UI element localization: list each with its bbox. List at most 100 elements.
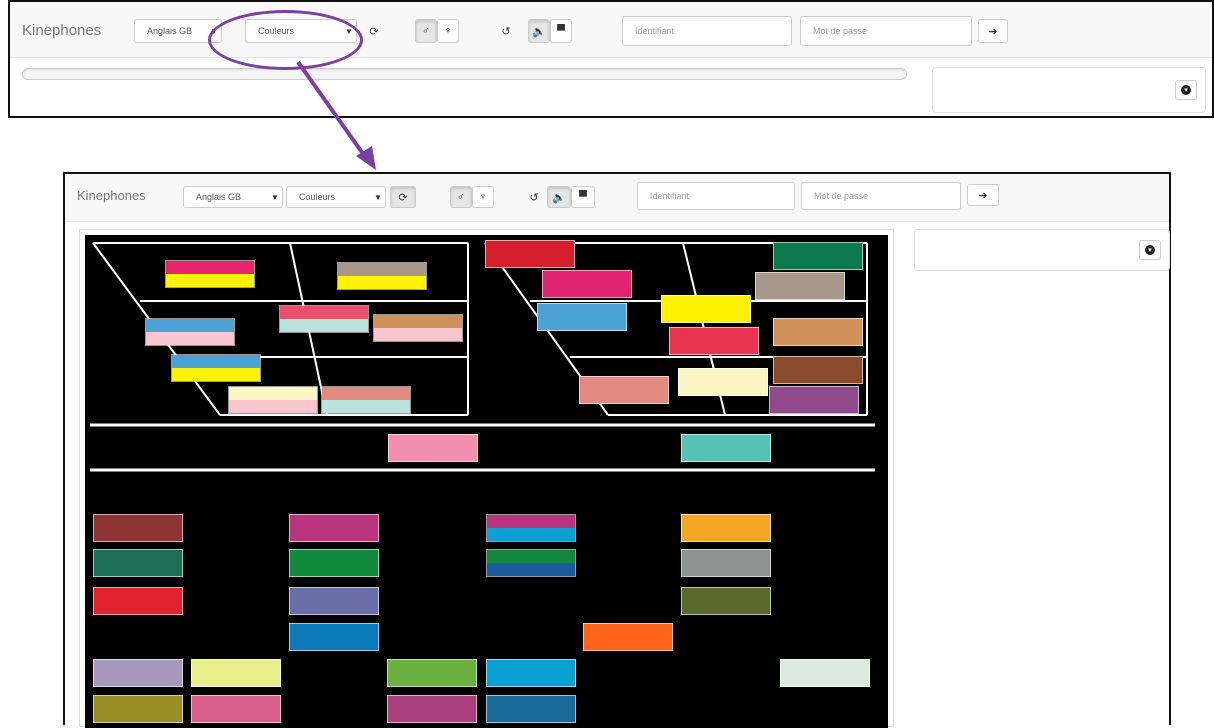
consonant-swatch[interactable] (486, 514, 576, 542)
vowel-swatch[interactable] (773, 242, 863, 270)
top-screenshot: Kinephones Anglais GB ▼ Couleurs ▼ ⟳ ♂ ♀… (8, 0, 1214, 118)
brand: Kinephones (77, 188, 146, 203)
language-select-value: Anglais GB (147, 26, 193, 36)
panel-toggle-button[interactable]: ▾ (1175, 80, 1197, 100)
consonant-swatch[interactable] (93, 549, 183, 577)
sound-button[interactable]: 🔈 (528, 19, 550, 43)
vowel-swatch[interactable] (279, 305, 369, 333)
language-select[interactable]: Anglais GB ▼ (183, 186, 283, 208)
vowel-swatch[interactable] (769, 386, 859, 414)
consonant-swatch[interactable] (289, 514, 379, 542)
password-placeholder: Mot de passe (814, 191, 869, 201)
consonant-swatch[interactable] (387, 659, 477, 687)
display-button[interactable]: ▀ (550, 19, 572, 43)
chevron-down-icon: ▾ (1181, 85, 1191, 95)
chevron-down-icon: ▾ (1145, 245, 1155, 255)
panel-toggle-button[interactable]: ▾ (1139, 240, 1161, 260)
consonant-swatch[interactable] (387, 695, 477, 723)
refresh-button[interactable]: ⟳ (362, 19, 386, 43)
vowel-swatch[interactable] (228, 386, 318, 414)
consonant-swatch[interactable] (681, 514, 771, 542)
vowel-swatch[interactable] (165, 260, 255, 288)
navbar: Kinephones Anglais GB ▼ Couleurs ▼ ⟳ ♂ ♀… (10, 2, 1212, 58)
vowel-swatch[interactable] (537, 303, 627, 331)
vowel-swatch[interactable] (171, 354, 261, 382)
undo-button[interactable]: ↺ (495, 19, 517, 43)
vowel-swatch[interactable] (321, 386, 411, 414)
female-button[interactable]: ♀ (437, 19, 459, 43)
language-select-value: Anglais GB (196, 192, 242, 202)
vowel-swatch[interactable] (337, 262, 427, 290)
undo-button[interactable]: ↺ (523, 186, 545, 208)
identifier-placeholder: Identifiant (635, 26, 675, 36)
consonant-swatch[interactable] (93, 695, 183, 723)
login-icon: ➔ (988, 25, 998, 38)
consonant-swatch[interactable] (486, 659, 576, 687)
vowel-swatch[interactable] (773, 318, 863, 346)
consonant-swatch[interactable] (486, 549, 576, 577)
consonant-swatch[interactable] (681, 587, 771, 615)
vowel-swatch[interactable] (669, 327, 759, 355)
consonant-swatch[interactable] (93, 587, 183, 615)
mode-select[interactable]: Couleurs ▼ (286, 186, 386, 208)
female-icon: ♀ (443, 25, 453, 37)
side-panel: ▾ (932, 67, 1206, 113)
consonant-swatch[interactable] (583, 623, 673, 651)
vowel-chart-lines (90, 242, 875, 472)
vowel-swatch[interactable] (678, 368, 768, 396)
login-button[interactable]: ➔ (978, 19, 1008, 43)
login-icon: ➔ (978, 189, 988, 202)
consonant-swatch[interactable] (289, 623, 379, 651)
display-button[interactable]: ▀ (571, 186, 595, 208)
color-chart-board (85, 235, 888, 728)
main-screenshot: Kinephones Anglais GB ▼ Couleurs ▼ ⟳ ♂ ♀… (63, 172, 1171, 728)
consonant-swatch[interactable] (289, 549, 379, 577)
consonant-swatch[interactable] (681, 549, 771, 577)
semivowel-swatch[interactable] (388, 434, 478, 462)
volume-icon: 🔈 (532, 25, 546, 38)
progress-bar (22, 68, 907, 80)
consonant-swatch[interactable] (191, 659, 281, 687)
refresh-icon: ⟳ (398, 191, 408, 204)
identifier-input[interactable]: Identifiant (622, 16, 792, 46)
side-panel: ▾ (914, 229, 1170, 271)
password-input[interactable]: Mot de passe (800, 16, 972, 46)
display-icon: ▀ (579, 191, 587, 203)
male-button[interactable]: ♂ (415, 19, 437, 43)
consonant-swatch[interactable] (780, 659, 870, 687)
consonant-swatch[interactable] (93, 514, 183, 542)
semivowel-swatch[interactable] (681, 434, 771, 462)
vowel-swatch[interactable] (773, 356, 863, 384)
undo-icon: ↺ (501, 25, 511, 38)
vowel-swatch[interactable] (373, 314, 463, 342)
identifier-placeholder: Identifiant (650, 191, 690, 201)
consonant-swatch[interactable] (93, 659, 183, 687)
brand: Kinephones (22, 22, 102, 39)
refresh-button[interactable]: ⟳ (390, 186, 416, 208)
vowel-swatch[interactable] (145, 318, 235, 346)
female-icon: ♀ (478, 191, 488, 203)
login-button[interactable]: ➔ (967, 184, 999, 206)
consonant-swatch[interactable] (289, 587, 379, 615)
male-icon: ♂ (421, 25, 431, 37)
chart-canvas-frame (79, 229, 894, 728)
female-button[interactable]: ♀ (472, 186, 494, 208)
vowel-swatch[interactable] (661, 295, 751, 323)
volume-icon: 🔈 (552, 191, 566, 204)
refresh-icon: ⟳ (369, 25, 379, 38)
display-icon: ▀ (557, 25, 565, 37)
male-button[interactable]: ♂ (450, 186, 472, 208)
chevron-down-icon: ▼ (374, 192, 382, 202)
consonant-swatch[interactable] (486, 695, 576, 723)
mode-select-value: Couleurs (299, 192, 336, 202)
password-input[interactable]: Mot de passe (801, 182, 961, 210)
sound-button[interactable]: 🔈 (547, 186, 571, 208)
male-icon: ♂ (456, 191, 466, 203)
consonant-swatch[interactable] (191, 695, 281, 723)
vowel-swatch[interactable] (542, 270, 632, 298)
identifier-input[interactable]: Identifiant (637, 182, 795, 210)
vowel-swatch[interactable] (755, 272, 845, 300)
vowel-swatch[interactable] (485, 240, 575, 268)
chevron-down-icon: ▼ (271, 192, 279, 202)
vowel-swatch[interactable] (579, 376, 669, 404)
